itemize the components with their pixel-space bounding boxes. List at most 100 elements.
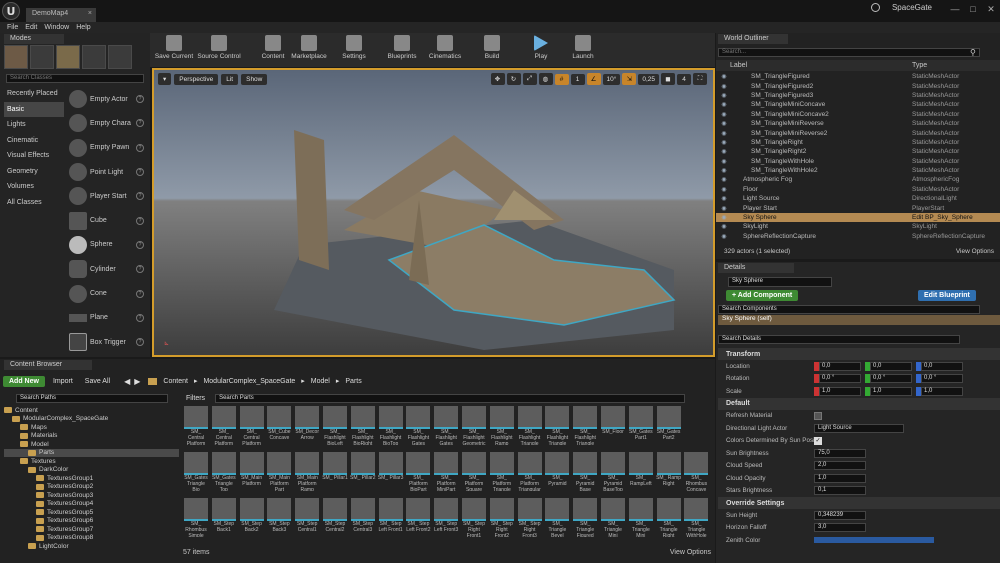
grid-snap-value[interactable]: 1	[570, 73, 585, 85]
category-volumes[interactable]: Volumes	[4, 179, 64, 195]
tree-item[interactable]: TexturesGroup7	[4, 525, 179, 534]
asset-tile[interactable]: SM_Step Central2	[322, 498, 348, 538]
scale-icon[interactable]: ⤢	[522, 73, 537, 85]
outliner-row[interactable]: ◉ Light Source DirectionalLight	[716, 194, 1000, 203]
label-column-header[interactable]: Label	[730, 62, 912, 69]
add-component-button[interactable]: + Add Component	[726, 290, 799, 301]
location-z-value[interactable]: 0,0	[921, 361, 963, 371]
row-type[interactable]: Edit BP_Sky_Sphere	[912, 214, 1000, 221]
scale-x[interactable]: 1,0	[814, 386, 861, 396]
horizon-falloff-value[interactable]: 3,0	[814, 523, 866, 533]
outliner-row[interactable]: ◉ SM_TriangleMiniConcave2 StaticMeshActor	[716, 110, 1000, 119]
asset-tile[interactable]: SM_ Triangle Mini	[628, 498, 654, 538]
foliage-mode-icon[interactable]	[82, 45, 106, 69]
help-icon[interactable]: ?	[136, 338, 144, 347]
rotation-y-value[interactable]: 0,0 °	[870, 374, 912, 384]
asset-tile[interactable]: SM_ Triangle Right	[656, 498, 682, 538]
asset-tile[interactable]: SM_Main Platform	[239, 452, 265, 492]
asset-tile[interactable]: SM_ Triangle Figured	[572, 498, 598, 538]
asset-tile[interactable]: SM_ Ramp Right	[656, 452, 682, 492]
camera-speed-value[interactable]: 4	[677, 73, 691, 85]
asset-tile[interactable]: SM_ Flashlight Triangle	[544, 406, 570, 446]
asset-tile[interactable]: SM_Main Platform Part	[266, 452, 292, 492]
breadcrumb-modularcomplex[interactable]: ModularComplex_SpaceGate	[203, 378, 295, 385]
save-current-button[interactable]: Save Current	[154, 35, 194, 60]
eye-icon[interactable]: ◉	[719, 139, 729, 146]
asset-tile[interactable]: SM_ Step Right Front3	[517, 498, 543, 538]
colors-by-sun-checkbox[interactable]: ✓	[814, 436, 822, 445]
help-icon[interactable]: ?	[136, 143, 144, 152]
outliner-row[interactable]: ◉ SM_TriangleFigured StaticMeshActor	[716, 72, 1000, 81]
eye-icon[interactable]: ◉	[719, 148, 729, 155]
geometry-mode-icon[interactable]	[108, 45, 132, 69]
import-button[interactable]: Import	[53, 378, 73, 385]
tree-item[interactable]: TexturesGroup4	[4, 500, 179, 509]
tree-item[interactable]: Textures	[4, 457, 179, 466]
asset-tile[interactable]: SM_ Central Platform	[239, 406, 265, 446]
help-icon[interactable]: ?	[136, 313, 144, 322]
tree-item[interactable]: TexturesGroup2	[4, 483, 179, 492]
tree-item[interactable]: DarkColor	[4, 466, 179, 475]
place-item[interactable]: Player Start?	[66, 184, 144, 208]
help-icon[interactable]: ?	[136, 168, 144, 177]
save-all-button[interactable]: Save All	[85, 378, 110, 385]
menu-window[interactable]: Window	[44, 24, 69, 31]
tree-item[interactable]: TexturesGroup1	[4, 474, 179, 483]
sun-brightness-value[interactable]: 75,0	[814, 448, 866, 458]
place-item[interactable]: Plane?	[66, 306, 144, 330]
tree-item[interactable]: TexturesGroup8	[4, 534, 179, 543]
asset-tile[interactable]: SM_ Pillar2	[350, 452, 376, 492]
rotate-icon[interactable]: ↻	[506, 73, 521, 85]
rotation-x[interactable]: 0,0 °	[814, 374, 861, 384]
asset-tile[interactable]: SM_ Flashlight Gates	[433, 406, 459, 446]
lit-button[interactable]: Lit	[221, 73, 239, 85]
breadcrumb-model[interactable]: Model	[311, 378, 330, 385]
eye-icon[interactable]: ◉	[719, 158, 729, 165]
asset-tile[interactable]: SM_ Platform BioPart	[405, 452, 431, 492]
asset-tile[interactable]: SM_Cube Concave	[266, 406, 292, 446]
place-item[interactable]: Point Light?	[66, 160, 144, 184]
back-arrow-icon[interactable]: ◀	[124, 377, 130, 386]
zenith-color-swatch[interactable]	[814, 537, 934, 544]
asset-tile[interactable]: SM_ Flashlight Triangle	[517, 406, 543, 446]
edit-blueprint-button[interactable]: Edit Blueprint	[918, 290, 976, 301]
eye-icon[interactable]: ◉	[719, 111, 729, 118]
transform-section[interactable]: Transform	[718, 348, 1000, 360]
asset-tile[interactable]: SM_ Rhombus Simple	[183, 498, 209, 538]
eye-icon[interactable]: ◉	[719, 120, 729, 127]
place-item[interactable]: Box Trigger?	[66, 330, 144, 354]
category-cinematic[interactable]: Cinematic	[4, 133, 64, 149]
cloud-speed-value[interactable]: 2,0	[814, 461, 866, 471]
asset-tile[interactable]: SM_ Triangle Mini	[600, 498, 626, 538]
eye-icon[interactable]: ◉	[719, 83, 729, 90]
breadcrumb-parts[interactable]: Parts	[345, 378, 361, 385]
category-lights[interactable]: Lights	[4, 117, 64, 133]
outliner-row[interactable]: ◉ SM_TriangleFigured3 StaticMeshActor	[716, 91, 1000, 100]
asset-tile[interactable]: SM_Gates Part2	[656, 406, 682, 446]
content-browser-tab[interactable]: Content Browser	[4, 360, 92, 370]
rotation-z-value[interactable]: 0,0 °	[921, 374, 963, 384]
show-button[interactable]: Show	[241, 73, 268, 85]
place-item[interactable]: Cylinder?	[66, 257, 144, 281]
help-icon[interactable]: ?	[136, 216, 144, 225]
viewport-menu-button[interactable]: ▾	[158, 73, 172, 85]
close-icon[interactable]: ×	[88, 10, 92, 17]
asset-tile[interactable]: SM_ Step Right Front1	[461, 498, 487, 538]
help-icon[interactable]: ?	[136, 289, 144, 298]
launch-button[interactable]: Launch	[568, 35, 598, 60]
tree-item[interactable]: LightColor	[4, 542, 179, 551]
camera-speed-icon[interactable]: ◼	[661, 73, 675, 85]
help-icon[interactable]: ?	[136, 192, 144, 201]
rotation-snap-icon[interactable]: ∠	[586, 73, 601, 85]
sun-height-value[interactable]: 0,348239	[814, 510, 866, 520]
tree-item[interactable]: Maps	[4, 423, 179, 432]
eye-icon[interactable]: ◉	[719, 176, 729, 183]
asset-tile[interactable]: SM_ Central Platform	[211, 406, 237, 446]
asset-tile[interactable]: SM_ Step Left Front1	[378, 498, 404, 538]
asset-tile[interactable]: SM_ Step Left Front3	[433, 498, 459, 538]
category-geometry[interactable]: Geometry	[4, 164, 64, 180]
asset-tile[interactable]: SM_ Pyramid Base	[572, 452, 598, 492]
outliner-row-selected[interactable]: ◉ Sky Sphere Edit BP_Sky_Sphere	[716, 212, 1000, 223]
category-recently-placed[interactable]: Recently Placed	[4, 86, 64, 102]
eye-icon[interactable]: ◉	[719, 195, 729, 202]
